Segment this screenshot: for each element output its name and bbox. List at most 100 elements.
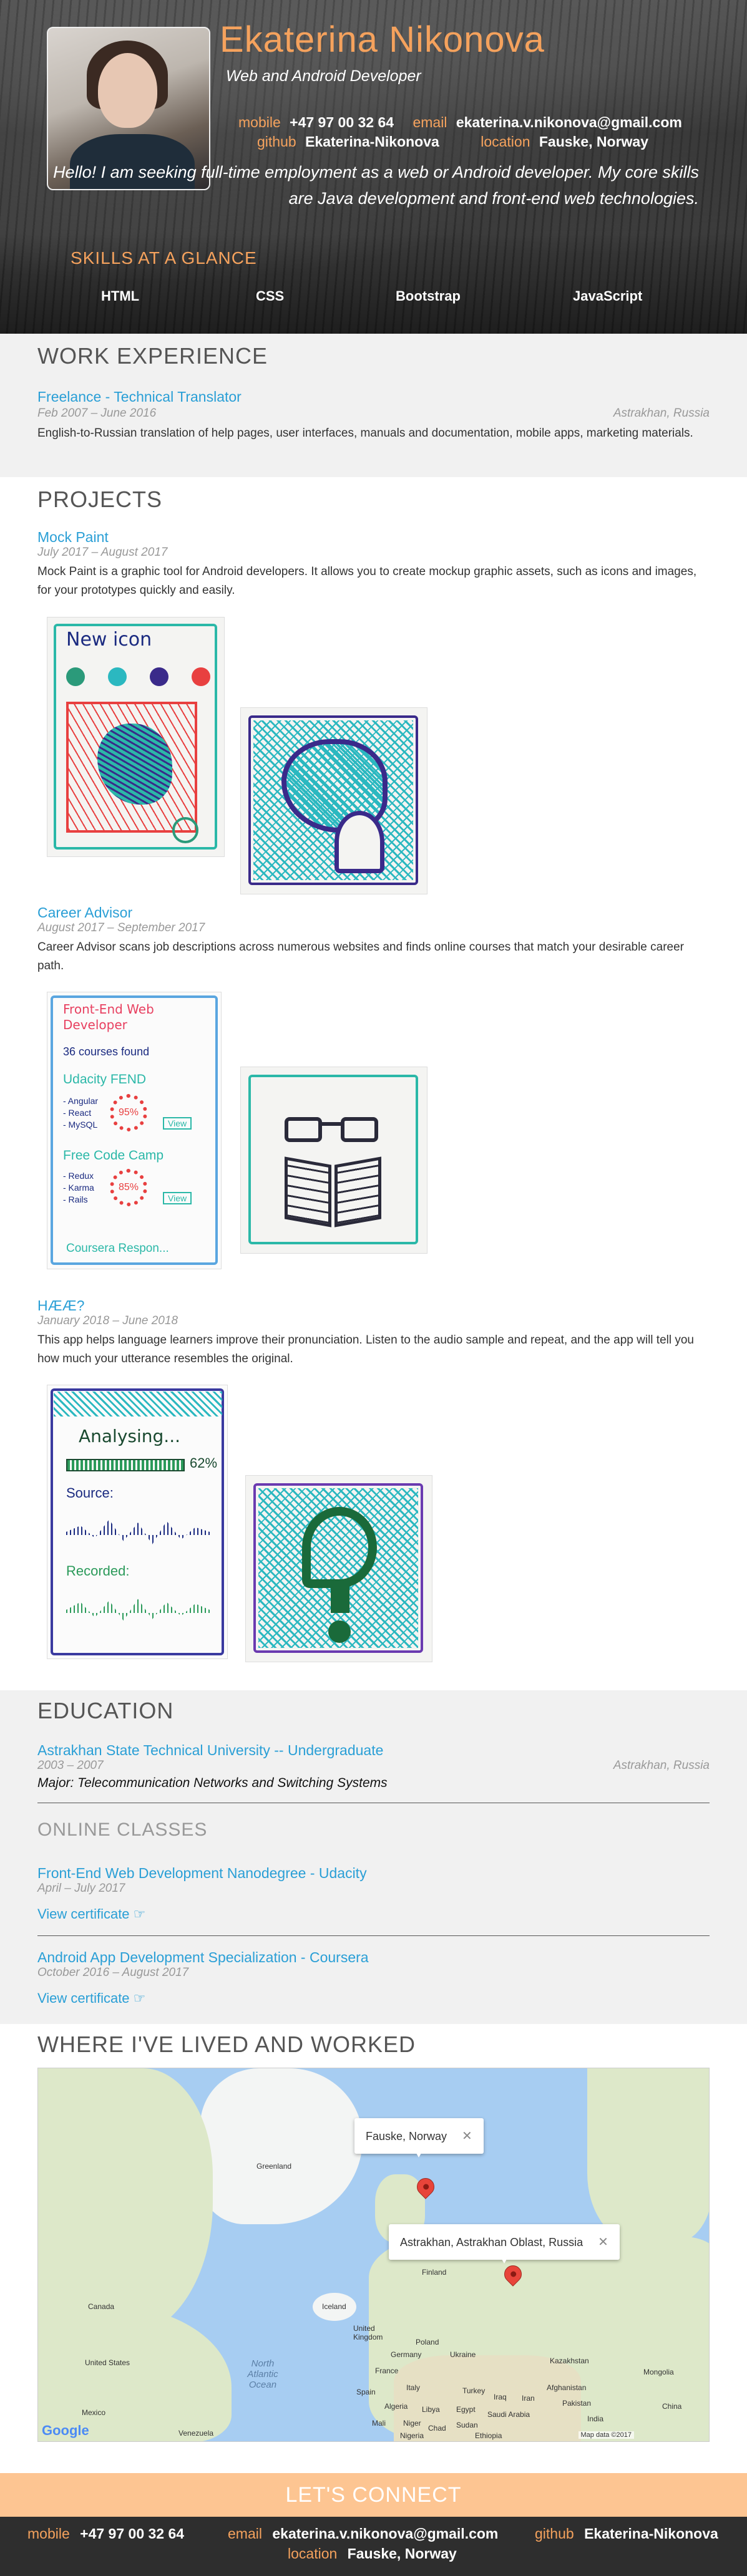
haeae-sketch-icon: [245, 1475, 432, 1662]
sketch-line: Coursera Respon...: [66, 1242, 169, 1255]
africa-shape: [394, 2355, 581, 2441]
mobile-value[interactable]: +47 97 00 32 64: [290, 114, 394, 130]
map-label: France: [375, 2366, 399, 2375]
job-title: Freelance - Technical Translator: [37, 389, 242, 405]
email-link[interactable]: ekaterina.v.nikonova@gmail.com: [456, 114, 682, 130]
mobile-label: mobile: [27, 2525, 70, 2542]
map-label: Iran: [522, 2394, 535, 2403]
map-attribution: Map data ©2017: [578, 2431, 634, 2439]
location-label: location: [481, 133, 530, 150]
project-description: This app helps language learners improve…: [37, 1334, 694, 1365]
map-label: China: [662, 2402, 682, 2411]
map-label: Algeria: [384, 2402, 408, 2411]
map-label: Ethiopia: [475, 2431, 502, 2440]
sketch-line: - MySQL: [63, 1120, 98, 1130]
sketch-line: Source:: [66, 1485, 114, 1501]
map-label: Chad: [428, 2424, 446, 2433]
sketch-progress-ring: 95%: [110, 1094, 147, 1131]
world-map[interactable]: Greenland Iceland Finland United Kingdom…: [37, 2068, 710, 2442]
map-label: Saudi Arabia: [487, 2410, 530, 2419]
sketch-line: Front-End Web: [63, 1002, 154, 1017]
map-label: Mongolia: [643, 2368, 674, 2376]
header-contacts-row-1: mobile +47 97 00 32 64 email ekaterina.v…: [238, 114, 697, 131]
view-certificate-link[interactable]: View certificate ☞: [37, 1906, 145, 1922]
class-dates: October 2016 – August 2017: [37, 1966, 189, 1979]
map-label: Afghanistan: [547, 2383, 587, 2392]
github-link[interactable]: Ekaterina-Nikonova: [305, 133, 439, 150]
work-experience-section: WORK EXPERIENCE Freelance - Technical Tr…: [0, 334, 747, 477]
school-major: Major: Telecommunication Networks and Sw…: [37, 1776, 388, 1790]
sketch-line: Recorded:: [66, 1563, 130, 1579]
skill-javascript: JavaScript: [573, 288, 643, 304]
info-text: Fauske, Norway: [366, 2130, 447, 2143]
github-link[interactable]: Ekaterina-Nikonova: [584, 2525, 718, 2542]
info-window-fauske: Fauske, Norway ✕: [354, 2118, 484, 2154]
map-label: Poland: [416, 2338, 439, 2346]
sketch-progress-ring: 85%: [110, 1169, 147, 1206]
map-label: Ukraine: [450, 2350, 476, 2359]
online-classes-heading: ONLINE CLASSES: [37, 1819, 208, 1840]
email-label: email: [413, 114, 447, 130]
email-link[interactable]: ekaterina.v.nikonova@gmail.com: [272, 2525, 498, 2542]
sketch-line: - Karma: [63, 1183, 94, 1193]
map-label: Canada: [88, 2302, 115, 2311]
map-section: WHERE I'VE LIVED AND WORKED Greenland Ic…: [0, 2024, 747, 2473]
page-title: Ekaterina Nikonova: [220, 19, 545, 60]
location-value: Fauske, Norway: [347, 2545, 457, 2562]
map-label: Nigeria: [400, 2431, 424, 2440]
career-advisor-sketch-screen: Front-End Web Developer 36 courses found…: [47, 992, 222, 1269]
map-label: Iraq: [494, 2393, 507, 2401]
sketch-line: Free Code Camp: [63, 1148, 164, 1163]
sketch-line: 62%: [190, 1455, 218, 1471]
mock-paint-sketch-icon: [240, 707, 427, 894]
project-dates: July 2017 – August 2017: [37, 546, 168, 559]
location-value: Fauske, Norway: [539, 133, 649, 150]
map-label: Spain: [356, 2388, 376, 2396]
google-logo[interactable]: Google: [42, 2423, 89, 2439]
job-location: Astrakhan, Russia: [613, 407, 710, 420]
skill-bootstrap: Bootstrap: [396, 288, 461, 304]
russia-north-shape: [587, 2068, 709, 2243]
view-certificate-link[interactable]: View certificate ☞: [37, 1990, 145, 2007]
school-dates: 2003 – 2007: [37, 1759, 104, 1772]
map-label: Germany: [391, 2350, 422, 2359]
header-contacts-row-2: github Ekaterina-Nikonova location Fausk…: [257, 133, 663, 150]
map-label: Libya: [422, 2405, 440, 2414]
info-text: Astrakhan, Astrakhan Oblast, Russia: [400, 2236, 583, 2249]
sketch-line: Analysing...: [79, 1426, 180, 1446]
map-heading: WHERE I'VE LIVED AND WORKED: [37, 2031, 416, 2057]
education-section: EDUCATION Astrakhan State Technical Univ…: [0, 1690, 747, 2024]
project-description: Mock Paint is a graphic tool for Android…: [37, 565, 697, 597]
sketch-view-button: View: [163, 1192, 192, 1204]
ocean-label: North Atlantic Ocean: [247, 2358, 278, 2390]
mock-paint-sketch-screen: New icon: [47, 617, 225, 857]
skill-css: CSS: [256, 288, 285, 304]
job-dates: Feb 2007 – June 2016: [37, 407, 157, 420]
map-label: India: [587, 2414, 604, 2423]
school-location: Astrakhan, Russia: [613, 1759, 710, 1772]
skills-title: SKILLS AT A GLANCE: [71, 248, 257, 268]
projects-heading: PROJECTS: [37, 487, 163, 512]
career-advisor-sketch-icon: [240, 1067, 427, 1254]
projects-section: PROJECTS Mock Paint July 2017 – August 2…: [0, 477, 747, 1690]
map-label: Finland: [422, 2268, 447, 2277]
sketch-line: Developer: [63, 1017, 127, 1032]
north-america-shape: [38, 2068, 213, 2336]
map-label: Mali: [372, 2419, 386, 2428]
mobile-label: mobile: [238, 114, 281, 130]
map-label: Niger: [403, 2419, 421, 2428]
close-icon[interactable]: ✕: [462, 2129, 472, 2143]
location-label: location: [288, 2545, 338, 2562]
sketch-line: Udacity FEND: [63, 1072, 147, 1087]
sketch-line: - Rails: [63, 1194, 88, 1204]
job-description: English-to-Russian translation of help p…: [37, 427, 693, 440]
mobile-value[interactable]: +47 97 00 32 64: [80, 2525, 184, 2542]
sketch-line: - React: [63, 1108, 92, 1118]
close-icon[interactable]: ✕: [598, 2235, 608, 2249]
school-title: Astrakhan State Technical University -- …: [37, 1742, 384, 1758]
lets-connect-banner: LET'S CONNECT: [0, 2473, 747, 2517]
project-dates: January 2018 – June 2018: [37, 1314, 178, 1327]
map-label: Venezuela: [178, 2429, 214, 2438]
skill-html: HTML: [101, 288, 140, 304]
class-dates: April – July 2017: [37, 1882, 125, 1895]
